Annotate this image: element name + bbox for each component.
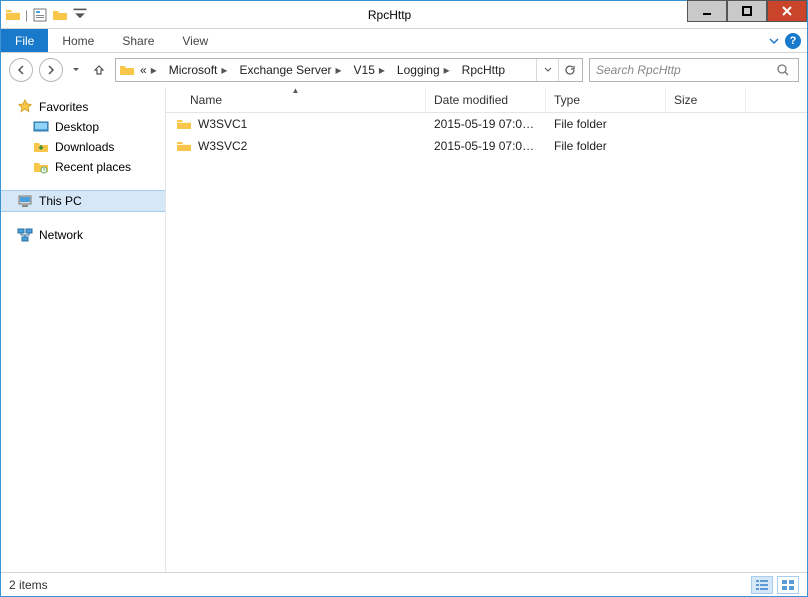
window-title: RpcHttp — [92, 8, 687, 22]
qat-dropdown-icon[interactable] — [72, 7, 88, 23]
cell-type: File folder — [546, 117, 666, 131]
nav-label: Desktop — [55, 120, 99, 134]
window-controls — [687, 1, 807, 28]
explorer-body: Favorites Desktop Downloads Recent place… — [1, 87, 807, 572]
search-icon[interactable] — [776, 63, 792, 77]
breadcrumb-item[interactable]: RpcHttp — [458, 63, 509, 77]
history-dropdown-icon[interactable] — [69, 58, 83, 82]
breadcrumb-item[interactable]: Exchange Server▸ — [235, 63, 349, 77]
column-headers: ▲ Name Date modified Type Size — [166, 87, 807, 113]
ribbon-expand-icon[interactable] — [763, 29, 785, 52]
maximize-button[interactable] — [727, 0, 767, 22]
recent-icon — [33, 159, 49, 175]
nav-label: Recent places — [55, 160, 131, 174]
downloads-icon — [33, 139, 49, 155]
cell-name: W3SVC1 — [166, 116, 426, 132]
status-item-count: 2 items — [9, 578, 48, 592]
column-size[interactable]: Size — [666, 87, 746, 112]
breadcrumb-item[interactable]: V15▸ — [350, 63, 393, 77]
column-name[interactable]: ▲ Name — [166, 87, 426, 112]
nav-label: Favorites — [39, 100, 88, 114]
back-button[interactable] — [9, 58, 33, 82]
help-icon[interactable]: ? — [785, 33, 801, 49]
address-bar[interactable]: «▸ Microsoft▸ Exchange Server▸ V15▸ Logg… — [115, 58, 583, 82]
close-button[interactable] — [767, 0, 807, 22]
view-large-icons-button[interactable] — [777, 576, 799, 594]
folder-icon — [118, 62, 136, 78]
column-date[interactable]: Date modified — [426, 87, 546, 112]
qat-separator: | — [25, 8, 28, 22]
network-icon — [17, 227, 33, 243]
file-name: W3SVC2 — [198, 139, 247, 153]
nav-label: Downloads — [55, 140, 114, 154]
breadcrumb-item[interactable]: Microsoft▸ — [165, 63, 236, 77]
file-row[interactable]: W3SVC1 2015-05-19 07:06 ...File folder — [166, 113, 807, 135]
breadcrumb-item[interactable]: Logging▸ — [393, 63, 458, 77]
cell-name: W3SVC2 — [166, 138, 426, 154]
cell-date: 2015-05-19 07:06 ... — [426, 139, 546, 153]
file-list[interactable]: W3SVC12015-05-19 07:06 ...File folderW3S… — [166, 113, 807, 572]
nav-favorites[interactable]: Favorites — [1, 97, 165, 117]
tab-file[interactable]: File — [1, 29, 48, 52]
cell-date: 2015-05-19 07:06 ... — [426, 117, 546, 131]
nav-label: Network — [39, 228, 83, 242]
refresh-icon[interactable] — [558, 59, 580, 81]
breadcrumb-overflow[interactable]: «▸ — [136, 63, 165, 77]
desktop-icon — [33, 119, 49, 135]
folder-icon — [176, 138, 192, 154]
navigation-bar: «▸ Microsoft▸ Exchange Server▸ V15▸ Logg… — [1, 53, 807, 87]
nav-downloads[interactable]: Downloads — [1, 137, 165, 157]
file-row[interactable]: W3SVC2 2015-05-19 07:06 ...File folder — [166, 135, 807, 157]
search-input[interactable] — [596, 63, 776, 77]
column-type[interactable]: Type — [546, 87, 666, 112]
up-button[interactable] — [89, 63, 109, 77]
minimize-button[interactable] — [687, 0, 727, 22]
quick-access-toolbar: | — [1, 7, 92, 23]
content-pane: ▲ Name Date modified Type Size W3SVC1 201… — [166, 87, 807, 572]
folder-icon — [5, 7, 21, 23]
properties-icon[interactable] — [32, 7, 48, 23]
tab-share[interactable]: Share — [108, 29, 168, 52]
nav-desktop[interactable]: Desktop — [1, 117, 165, 137]
address-dropdown-icon[interactable] — [536, 59, 558, 81]
tab-home[interactable]: Home — [48, 29, 108, 52]
nav-this-pc[interactable]: This PC — [1, 191, 165, 211]
tab-view[interactable]: View — [168, 29, 222, 52]
ribbon-tabs: File Home Share View ? — [1, 29, 807, 53]
title-bar: | RpcHttp — [1, 1, 807, 29]
folder-icon — [176, 116, 192, 132]
nav-label: This PC — [39, 194, 82, 208]
file-name: W3SVC1 — [198, 117, 247, 131]
nav-network[interactable]: Network — [1, 225, 165, 245]
nav-recent-places[interactable]: Recent places — [1, 157, 165, 177]
navigation-pane: Favorites Desktop Downloads Recent place… — [1, 87, 166, 572]
cell-type: File folder — [546, 139, 666, 153]
sort-indicator-icon: ▲ — [292, 86, 300, 95]
view-details-button[interactable] — [751, 576, 773, 594]
status-bar: 2 items — [1, 572, 807, 596]
forward-button[interactable] — [39, 58, 63, 82]
pc-icon — [17, 193, 33, 209]
search-box[interactable] — [589, 58, 799, 82]
new-folder-icon[interactable] — [52, 7, 68, 23]
star-icon — [17, 99, 33, 115]
